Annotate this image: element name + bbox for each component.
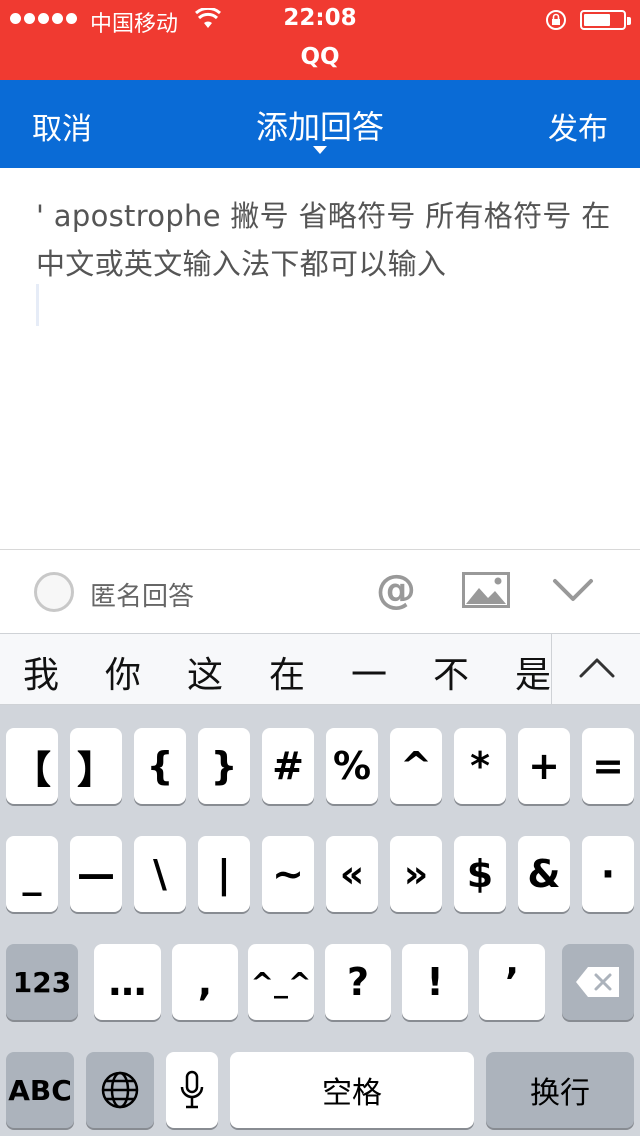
- key[interactable]: }: [198, 728, 250, 804]
- key[interactable]: …: [94, 944, 161, 1020]
- app-name: QQ: [300, 44, 340, 70]
- candidate-item[interactable]: 一: [339, 646, 399, 698]
- key[interactable]: %: [326, 728, 378, 804]
- delete-key[interactable]: [562, 944, 634, 1020]
- backspace-icon: [576, 967, 619, 997]
- abc-key[interactable]: ABC: [6, 1052, 74, 1128]
- key[interactable]: \: [134, 836, 186, 912]
- key[interactable]: ^_^: [248, 944, 314, 1020]
- anonymous-label[interactable]: 匿名回答: [90, 576, 194, 613]
- key[interactable]: &: [518, 836, 570, 912]
- rotation-lock-icon: [546, 10, 566, 30]
- key[interactable]: ,: [172, 944, 238, 1020]
- microphone-icon: [180, 1070, 204, 1109]
- key[interactable]: —: [70, 836, 122, 912]
- editor-toolbar: 匿名回答 @: [0, 549, 640, 633]
- ime-candidate-bar: 我 你 这 在 一 不 是: [0, 633, 640, 705]
- status-bar: 中国移动 22:08 QQ: [0, 0, 640, 80]
- at-icon[interactable]: @: [374, 568, 418, 612]
- answer-text[interactable]: ' apostrophe 撇号 省略符号 所有格符号 在中文或英文输入法下都可以…: [36, 192, 616, 288]
- chevron-down-icon[interactable]: [552, 576, 594, 604]
- key[interactable]: !: [402, 944, 468, 1020]
- key[interactable]: +: [518, 728, 570, 804]
- image-icon[interactable]: [462, 572, 510, 608]
- keyboard: 【 】 { } # % ^ * + = _ — \ | ~ « » $ & · …: [0, 705, 640, 1136]
- microphone-key[interactable]: [166, 1052, 218, 1128]
- numbers-key[interactable]: 123: [6, 944, 78, 1020]
- candidate-item[interactable]: 我: [11, 646, 71, 698]
- key[interactable]: 【: [6, 728, 58, 804]
- caret-down-icon: [313, 146, 327, 154]
- space-key[interactable]: 空格: [230, 1052, 474, 1128]
- key[interactable]: ^: [390, 728, 442, 804]
- key[interactable]: $: [454, 836, 506, 912]
- candidate-item[interactable]: 这: [175, 646, 235, 698]
- globe-icon: [101, 1071, 139, 1109]
- key[interactable]: =: [582, 728, 634, 804]
- anonymous-radio[interactable]: [34, 572, 74, 612]
- candidate-item[interactable]: 不: [421, 646, 481, 698]
- key[interactable]: *: [454, 728, 506, 804]
- globe-key[interactable]: [86, 1052, 154, 1128]
- return-key[interactable]: 换行: [486, 1052, 634, 1128]
- key[interactable]: ’: [479, 944, 545, 1020]
- key[interactable]: »: [390, 836, 442, 912]
- expand-candidates-button[interactable]: [551, 634, 640, 704]
- key[interactable]: |: [198, 836, 250, 912]
- candidate-item[interactable]: 你: [93, 646, 153, 698]
- candidate-item[interactable]: 在: [257, 646, 317, 698]
- answer-editor[interactable]: ' apostrophe 撇号 省略符号 所有格符号 在中文或英文输入法下都可以…: [0, 168, 640, 550]
- publish-button[interactable]: 发布: [548, 104, 608, 148]
- key[interactable]: «: [326, 836, 378, 912]
- chevron-up-icon: [579, 658, 615, 678]
- nav-bar: 取消 添加回答 发布: [0, 80, 640, 168]
- key[interactable]: {: [134, 728, 186, 804]
- key[interactable]: ~: [262, 836, 314, 912]
- key[interactable]: 】: [70, 728, 122, 804]
- page-title[interactable]: 添加回答: [0, 102, 640, 148]
- battery-icon: [580, 10, 631, 30]
- key[interactable]: #: [262, 728, 314, 804]
- key[interactable]: ·: [582, 836, 634, 912]
- key[interactable]: _: [6, 836, 58, 912]
- text-cursor: [36, 284, 39, 326]
- key[interactable]: ?: [325, 944, 391, 1020]
